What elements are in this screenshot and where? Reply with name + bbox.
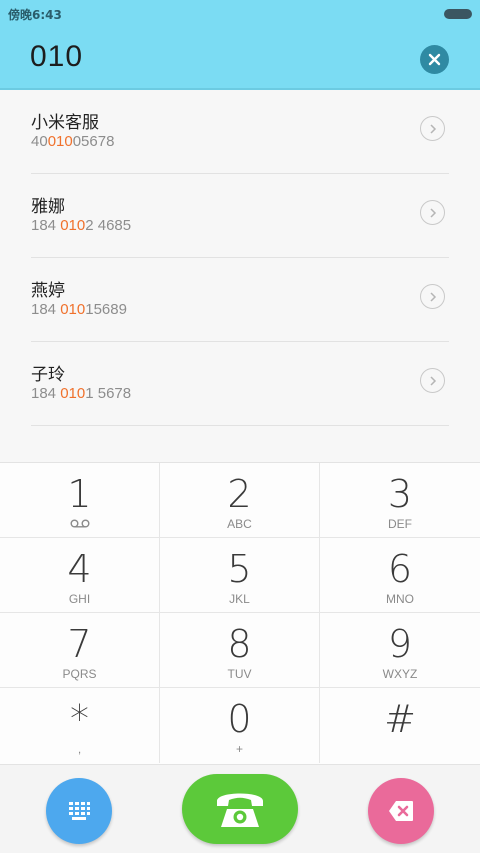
- status-time: 傍晚6:43: [8, 8, 62, 22]
- contact-row[interactable]: 小米客服 4001005678: [31, 90, 449, 174]
- contact-detail-button[interactable]: [420, 284, 445, 309]
- contact-detail-button[interactable]: [420, 116, 445, 141]
- chevron-right-icon: [429, 291, 436, 302]
- backspace-icon: [389, 801, 413, 821]
- chevron-right-icon: [429, 207, 436, 218]
- search-header: 010: [0, 28, 480, 90]
- dial-keypad: 1 2 ABC 3 DEF 4 GHI 5 JKL 6 MNO 7 PQRS 8…: [0, 462, 480, 764]
- battery-icon: [444, 9, 472, 19]
- dialpad-icon: [69, 802, 90, 820]
- key-6[interactable]: 6 MNO: [320, 538, 480, 613]
- contact-name: 雅娜: [31, 197, 65, 217]
- contact-number: 4001005678: [31, 133, 115, 150]
- key-1[interactable]: 1: [0, 463, 160, 538]
- key-5[interactable]: 5 JKL: [160, 538, 320, 613]
- key-star[interactable]: * ,: [0, 688, 160, 763]
- key-2[interactable]: 2 ABC: [160, 463, 320, 538]
- action-bar: [0, 764, 480, 853]
- dial-input[interactable]: 010: [30, 40, 83, 74]
- search-results: 小米客服 4001005678 雅娜 184 0102 4685 燕婷 184 …: [0, 90, 480, 462]
- voicemail-icon: [70, 519, 89, 528]
- call-button[interactable]: [182, 774, 298, 844]
- contact-number: 184 0102 4685: [31, 217, 132, 234]
- contact-name: 燕婷: [31, 281, 65, 301]
- contact-row[interactable]: 燕婷 184 01015689: [31, 258, 449, 342]
- contact-name: 小米客服: [31, 113, 99, 133]
- key-7[interactable]: 7 PQRS: [0, 613, 160, 688]
- chevron-right-icon: [429, 375, 436, 386]
- contact-detail-button[interactable]: [420, 200, 445, 225]
- close-icon: [428, 53, 441, 66]
- key-9[interactable]: 9 WXYZ: [320, 613, 480, 688]
- contact-row[interactable]: 子玲 184 0101 5678: [31, 342, 449, 426]
- clear-button[interactable]: [420, 45, 449, 74]
- contact-name: 子玲: [31, 365, 65, 385]
- status-bar: 傍晚6:43: [0, 0, 480, 28]
- dialpad-toggle-button[interactable]: [46, 778, 112, 844]
- key-hash[interactable]: #: [320, 688, 480, 763]
- contact-detail-button[interactable]: [420, 368, 445, 393]
- contact-number: 184 0101 5678: [31, 385, 132, 402]
- phone-icon: [217, 793, 263, 827]
- contact-number: 184 01015689: [31, 301, 127, 318]
- delete-button[interactable]: [368, 778, 434, 844]
- key-0[interactable]: 0 +: [160, 688, 320, 763]
- chevron-right-icon: [429, 123, 436, 134]
- key-8[interactable]: 8 TUV: [160, 613, 320, 688]
- key-3[interactable]: 3 DEF: [320, 463, 480, 538]
- contact-row[interactable]: 雅娜 184 0102 4685: [31, 174, 449, 258]
- key-4[interactable]: 4 GHI: [0, 538, 160, 613]
